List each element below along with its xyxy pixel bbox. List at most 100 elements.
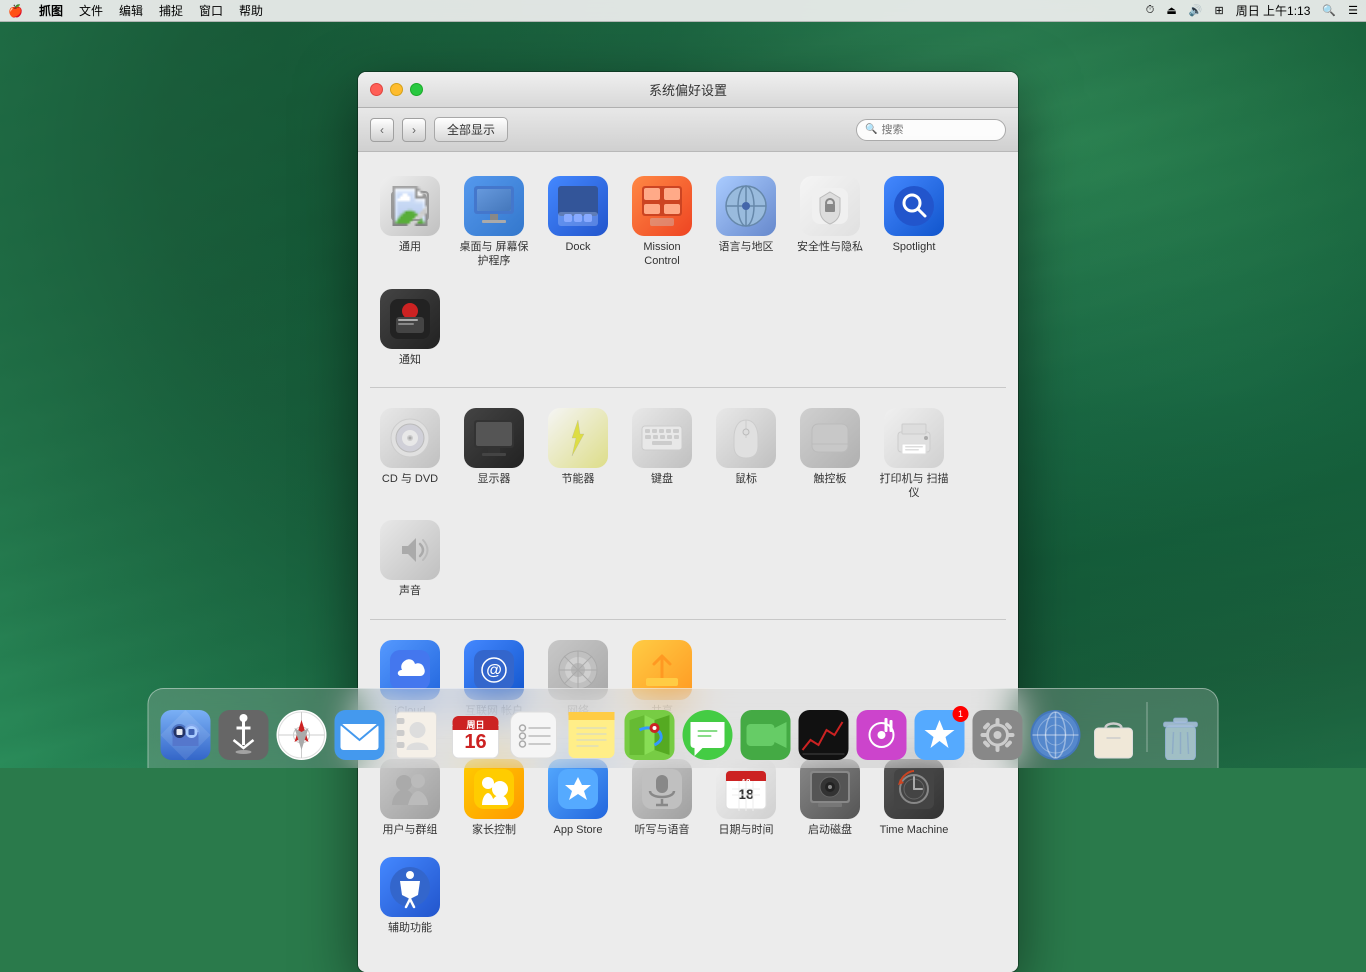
facetime-dock-icon: [739, 708, 793, 762]
accessibility-icon: [380, 857, 440, 917]
pref-language[interactable]: 语言与地区: [706, 168, 786, 277]
dock-item-itunes[interactable]: [853, 708, 911, 764]
dock-item-finder[interactable]: [157, 708, 215, 764]
pref-spotlight[interactable]: Spotlight: [874, 168, 954, 277]
pref-trackpad[interactable]: 触控板: [790, 400, 870, 509]
apple-menu[interactable]: 🍎: [8, 4, 23, 18]
volume-icon[interactable]: 🔊: [1189, 4, 1203, 17]
pref-accessibility[interactable]: 辅助功能: [370, 849, 450, 943]
pref-dock[interactable]: Dock: [538, 168, 618, 277]
messages-dock-icon: [681, 708, 735, 762]
forward-button[interactable]: ›: [402, 118, 426, 142]
startup-label: 启动磁盘: [808, 823, 852, 837]
keyboard-label: 键盘: [651, 472, 673, 486]
search-icon: 🔍: [865, 124, 877, 135]
pref-notification[interactable]: 通知: [370, 281, 450, 375]
pref-energy[interactable]: 节能器: [538, 400, 618, 509]
back-button[interactable]: ‹: [370, 118, 394, 142]
finder-dock-icon: [159, 708, 213, 762]
dock-item-web[interactable]: [1027, 708, 1085, 764]
dock-item-messages[interactable]: [679, 708, 737, 764]
pref-desktop[interactable]: 桌面与 屏幕保护程序: [454, 168, 534, 277]
dock-item-appstore2[interactable]: 1: [911, 708, 969, 764]
dock-item-facetime[interactable]: [737, 708, 795, 764]
pref-general[interactable]: 通用: [370, 168, 450, 277]
launchpad-dock-icon: [217, 708, 271, 762]
pref-display[interactable]: 显示器: [454, 400, 534, 509]
keyboard-icon: [632, 408, 692, 468]
eject-icon[interactable]: ⏏: [1166, 4, 1176, 17]
trackpad-label: 触控板: [814, 472, 847, 486]
menu-capture[interactable]: 捕捉: [159, 2, 183, 19]
menu-edit[interactable]: 编辑: [119, 2, 143, 19]
menubar-right: ⏱ ⏏ 🔊 ⊞ 周日 上午1:13 🔍 ☰: [1146, 2, 1358, 19]
dock-item-sysprefs[interactable]: [969, 708, 1027, 764]
safari-dock-icon: [275, 708, 329, 762]
dock-item-launchpad[interactable]: [215, 708, 273, 764]
dock-item-reminders[interactable]: [505, 708, 563, 764]
show-all-button[interactable]: 全部显示: [434, 117, 508, 142]
appstore-badge: 1: [953, 706, 969, 722]
mouse-icon: [716, 408, 776, 468]
datetime-icon: 18 18: [716, 759, 776, 819]
printer-label: 打印机与 扫描仪: [878, 472, 950, 501]
menu-file[interactable]: 文件: [79, 2, 103, 19]
cd-label: CD 与 DVD: [382, 472, 438, 486]
prefs-content: 通用 桌面与 屏幕保护程序: [358, 152, 1018, 972]
dock-item-stocks[interactable]: [795, 708, 853, 764]
pref-sound[interactable]: 声音: [370, 512, 450, 606]
general-icon: [380, 176, 440, 236]
notification-menubar-icon[interactable]: ☰: [1348, 4, 1358, 17]
search-box[interactable]: 🔍: [856, 119, 1006, 141]
spotlight-menubar-icon[interactable]: 🔍: [1322, 4, 1336, 17]
appstore-label: App Store: [554, 823, 603, 837]
pref-mission[interactable]: Mission Control: [622, 168, 702, 277]
app-name[interactable]: 抓图: [39, 2, 63, 19]
printer-icon: [884, 408, 944, 468]
general-label: 通用: [399, 240, 421, 254]
pref-mouse[interactable]: 鼠标: [706, 400, 786, 509]
spotlight-label: Spotlight: [893, 240, 936, 254]
dock-item-calendar[interactable]: 周日 16: [447, 708, 505, 764]
search-input[interactable]: [881, 124, 997, 136]
time-machine-icon[interactable]: ⏱: [1146, 4, 1155, 17]
dock-item-trash[interactable]: [1152, 708, 1210, 764]
section-personal: 通用 桌面与 屏幕保护程序: [370, 168, 1006, 388]
language-label: 语言与地区: [719, 240, 774, 254]
pref-keyboard[interactable]: 键盘: [622, 400, 702, 509]
dock-item-maps[interactable]: [621, 708, 679, 764]
accessibility-label: 辅助功能: [388, 921, 432, 935]
mission-icon: [632, 176, 692, 236]
close-button[interactable]: [370, 83, 383, 96]
dock-label: Dock: [565, 240, 590, 254]
pref-printer[interactable]: 打印机与 扫描仪: [874, 400, 954, 509]
address-dock-icon: [391, 708, 445, 762]
maps-dock-icon: [623, 708, 677, 762]
window-titlebar: 系统偏好设置: [358, 72, 1018, 108]
dock-item-shopping[interactable]: [1085, 708, 1143, 764]
trash-dock-icon: [1154, 708, 1208, 762]
maximize-button[interactable]: [410, 83, 423, 96]
dock-item-notes[interactable]: [563, 708, 621, 764]
display-icon: [464, 408, 524, 468]
traffic-lights: [370, 83, 423, 96]
menu-help[interactable]: 帮助: [239, 2, 263, 19]
section-hardware: CD 与 DVD 显示器: [370, 400, 1006, 620]
pref-cd[interactable]: CD 与 DVD: [370, 400, 450, 509]
trackpad-icon: [800, 408, 860, 468]
dictation-icon: [632, 759, 692, 819]
grid-icon[interactable]: ⊞: [1215, 4, 1224, 17]
mouse-label: 鼠标: [735, 472, 757, 486]
desktop-label: 桌面与 屏幕保护程序: [458, 240, 530, 269]
dock-item-safari[interactable]: [273, 708, 331, 764]
minimize-button[interactable]: [390, 83, 403, 96]
datetime-display[interactable]: 周日 上午1:13: [1236, 2, 1311, 19]
appstore2-dock-icon: 1: [913, 708, 967, 762]
notification-label: 通知: [399, 353, 421, 367]
web-dock-icon: [1029, 708, 1083, 762]
dock-item-mail[interactable]: [331, 708, 389, 764]
menu-window[interactable]: 窗口: [199, 2, 223, 19]
dock-item-address[interactable]: [389, 708, 447, 764]
calendar-dock-icon: 周日 16: [449, 708, 503, 762]
pref-security[interactable]: 安全性与隐私: [790, 168, 870, 277]
